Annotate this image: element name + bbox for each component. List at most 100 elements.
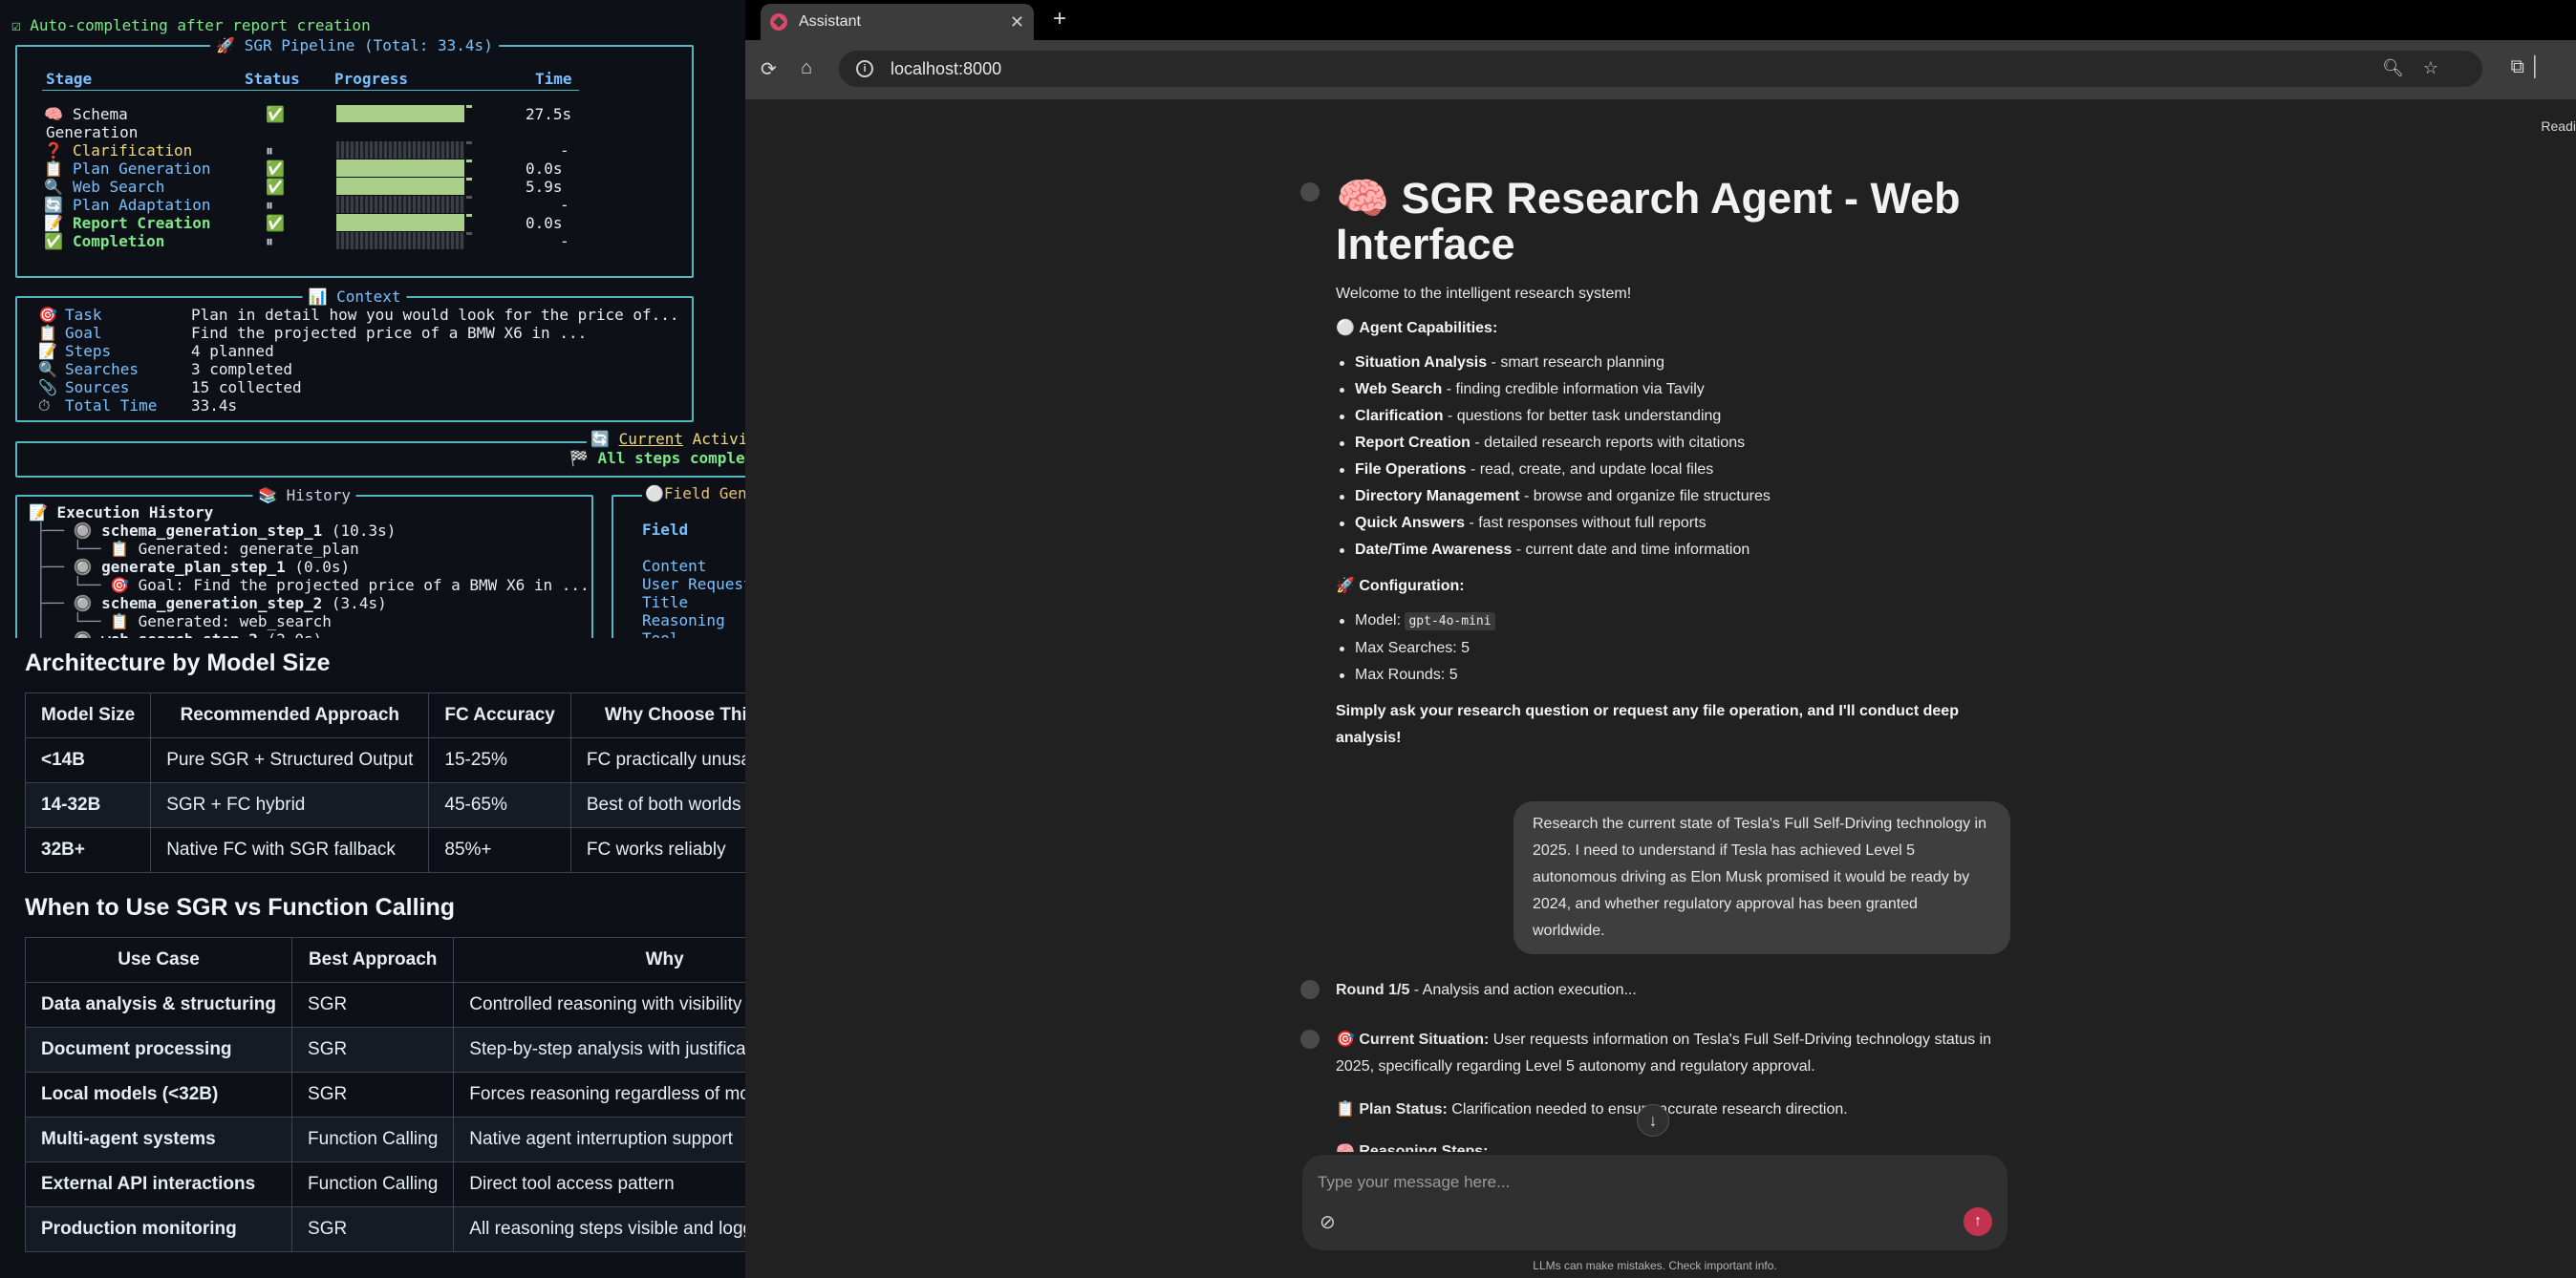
field-generation-title: ⚪Field Gene [642, 484, 745, 502]
plan-status: 📋 Plan Status: Clarification needed to e… [1336, 1101, 1848, 1118]
table-header-cell: Recommended Approach [150, 692, 430, 738]
reload-icon[interactable]: ⟳ [761, 57, 777, 81]
close-icon[interactable]: ✕ [1010, 12, 1024, 32]
extensions-icon[interactable]: ⧉ │ [2511, 56, 2542, 78]
scroll-down-icon[interactable]: ↓ [1637, 1104, 1669, 1137]
stage-time: - [560, 232, 569, 250]
progress-tail [466, 232, 472, 235]
table-cell: Multi-agent systems [24, 1117, 293, 1162]
capability-item: Web Search - finding credible informatio… [1336, 376, 2024, 403]
context-icon: 🔍 [38, 360, 57, 378]
config-heading: 🚀 Configuration: [1336, 578, 1465, 594]
table-cell: 14-32B [24, 782, 152, 828]
table-header-cell: Best Approach [291, 937, 455, 983]
stage-name: Clarification [73, 141, 193, 160]
assistant-avatar [1300, 1030, 1320, 1049]
table-cell: SGR [291, 982, 455, 1028]
stage-icon: 📝 [44, 214, 63, 232]
capability-item: Directory Management - browse and organi… [1336, 483, 2024, 510]
address-bar[interactable]: i localhost:8000 🔍︎☆ [839, 51, 2482, 87]
message-input[interactable] [1318, 1168, 1967, 1197]
stage-name: Plan Generation [73, 160, 211, 178]
context-icon: 🎯 [38, 306, 57, 324]
config-searches: Max Searches: 5 [1336, 635, 2024, 662]
table-cell: Production monitoring [24, 1206, 293, 1252]
stage-icon: ✅ [44, 232, 63, 250]
pipeline-title: 🚀 SGR Pipeline (Total: 33.4s) [210, 36, 499, 54]
attach-icon[interactable]: ⊘ [1320, 1210, 1336, 1234]
table-cell: Data analysis & structuring [24, 982, 293, 1028]
stage-icon: 📋 [44, 160, 63, 178]
field-header: Field [642, 521, 689, 539]
stage-name: Plan Adaptation [73, 196, 211, 214]
table-header-cell: Use Case [24, 937, 293, 983]
progress-bar [336, 214, 464, 231]
zoom-icon[interactable]: 🔍︎ [2382, 58, 2423, 77]
capability-item: Date/Time Awareness - current date and t… [1336, 537, 2024, 564]
table-cell: Document processing [24, 1027, 293, 1073]
reasoning-steps: 🧠 Reasoning Steps: [1336, 1143, 1489, 1152]
capability-item: Quick Answers - fast responses without f… [1336, 510, 2024, 537]
stage-icon: 🔄 [44, 196, 63, 214]
progress-bar [336, 232, 464, 249]
history-line: │ └── 📋 Generated: web_search [36, 612, 332, 630]
progress-bar [336, 141, 464, 159]
status-line-text: Auto-completing after report creation [30, 16, 371, 34]
context-key: Steps [65, 342, 112, 360]
capabilities-heading: Agent Capabilities: [1359, 320, 1498, 336]
progress-tail [466, 196, 472, 199]
progress-tail [466, 214, 472, 217]
stage-status: ⏸ [266, 232, 274, 250]
stage-name: Report Creation [73, 214, 211, 232]
site-info-icon[interactable]: i [856, 60, 873, 77]
star-icon[interactable]: ☆ [2423, 58, 2458, 77]
context-key: Total Time [65, 396, 158, 415]
welcome-text: Welcome to the intelligent research syst… [1336, 286, 1632, 302]
send-button[interactable]: ↑ [1964, 1207, 1992, 1236]
browser-toolbar: ⟳ ⌂ i localhost:8000 🔍︎☆ ⧉ │ [745, 40, 2576, 99]
stage-status: ✅ [266, 160, 285, 178]
table-cell: SGR [291, 1072, 455, 1118]
table-cell: 85%+ [428, 827, 571, 873]
stage-status: ⏸ [266, 196, 274, 214]
stage-name: Web Search [73, 178, 165, 196]
table-cell: SGR [291, 1027, 455, 1073]
context-key: Goal [65, 324, 102, 342]
tab-assistant[interactable]: Assistant ✕ [761, 4, 1034, 40]
disclaimer: LLMs can make mistakes. Check important … [1533, 1259, 1777, 1272]
field-item: Content [642, 557, 707, 575]
capability-item: Clarification - questions for better tas… [1336, 403, 2024, 430]
home-icon[interactable]: ⌂ [801, 57, 812, 79]
context-icon: 📋 [38, 324, 57, 342]
config-model: Model: gpt-4o-mini [1336, 607, 2024, 635]
stage-time: - [560, 141, 569, 160]
assistant-avatar [1300, 182, 1320, 202]
pipeline-header-cell: Status [245, 70, 300, 88]
new-tab-icon[interactable]: + [1053, 6, 1066, 32]
history-line: │ └── 🎯 Goal: Find the projected price o… [36, 576, 590, 594]
stage-icon: 🧠 [44, 105, 63, 123]
table-cell: Local models (<32B) [24, 1072, 293, 1118]
welcome-message: 🧠 SGR Research Agent - Web Interface Wel… [1336, 176, 2024, 759]
cta-text: Simply ask your research question or req… [1336, 703, 1959, 746]
history-line: ├── 🔘 schema_generation_step_1 (10.3s) [36, 522, 397, 540]
config-rounds: Max Rounds: 5 [1336, 662, 2024, 689]
url-text: localhost:8000 [891, 58, 1002, 78]
terminal-pane: ☑ Auto-completing after report creation … [0, 0, 745, 638]
stage-time: 0.0s [526, 160, 563, 178]
table-header-cell: FC Accuracy [428, 692, 571, 738]
context-key: Searches [65, 360, 140, 378]
table-cell: Function Calling [291, 1161, 455, 1207]
assistant-avatar [1300, 980, 1320, 999]
table-cell: 32B+ [24, 827, 152, 873]
round-status: Round 1/5 - Analysis and action executio… [1336, 982, 1637, 998]
capabilities-list: Situation Analysis - smart research plan… [1336, 350, 2024, 564]
context-title: 📊 Context [302, 288, 407, 306]
progress-tail [466, 160, 472, 162]
context-icon: ⏱ [38, 396, 51, 415]
user-message: Research the current state of Tesla's Fu… [1513, 801, 2010, 954]
readme-link[interactable]: Readi [2541, 118, 2576, 134]
activity-title: 🔄 Current Activit [587, 430, 745, 448]
stage-icon: 🔍 [44, 178, 63, 196]
architecture-table: Model Size Recommended Approach FC Accurac… [24, 692, 792, 873]
